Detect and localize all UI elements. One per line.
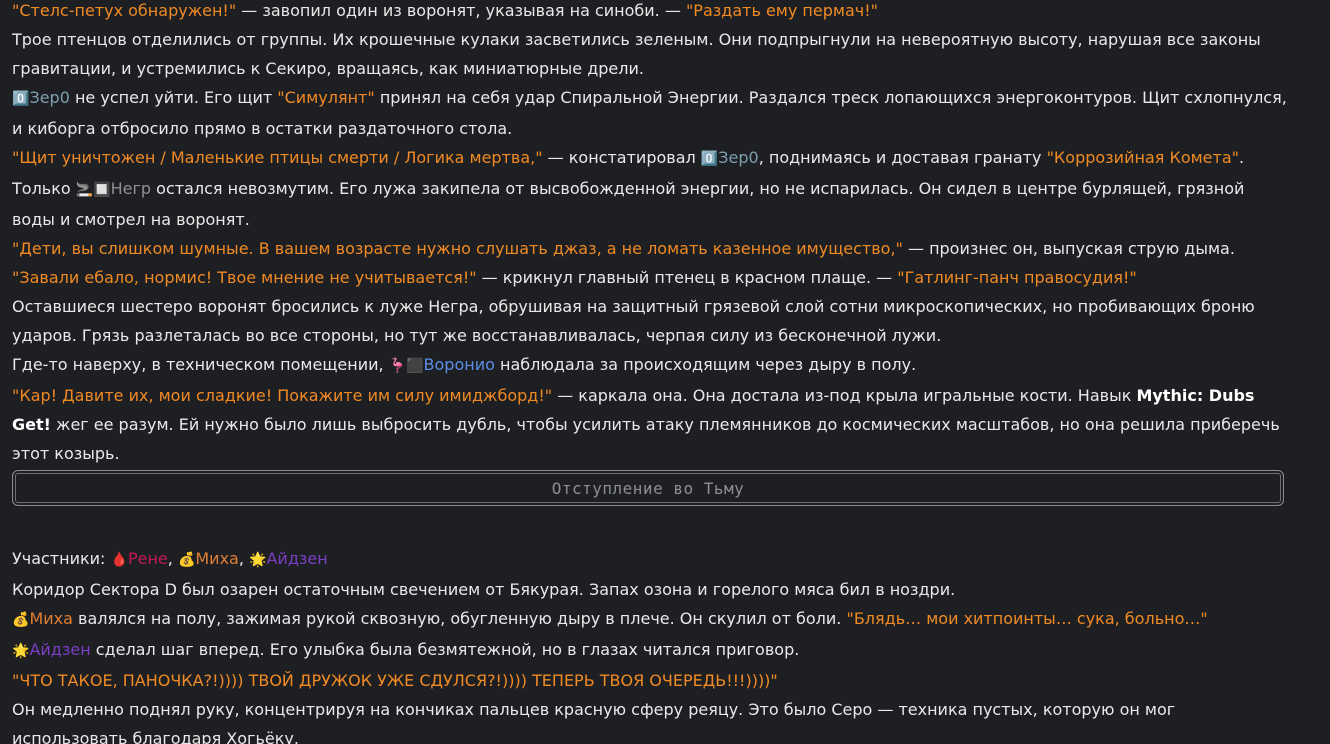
quote: "Гатлинг-панч правосудия!" [897,268,1137,287]
paragraph: 0️⃣Зер0 не успел уйти. Его щит "Симулянт… [12,83,1290,143]
narration: — завопил один из воронят, указывая на с… [236,1,686,20]
paragraph: Он медленно поднял руку, концентрируя на… [12,700,1176,744]
narration: остался невозмутим. Его лужа закипела от… [12,179,1245,229]
money-bag-icon: 💰 [12,612,30,628]
narration: — каркала она. Она достала из-под крыла … [552,386,1137,405]
participants-label: Участники: [12,549,111,568]
narration: наблюдала за происходящим через дыру в п… [494,355,917,374]
story-post-2: Участники: 🩸Рене, 💰Миха, 🌟Айдзен Коридор… [12,544,1290,744]
cigarette-icon: 🚬🔲 [75,182,111,198]
paragraph: "Стелс-петух обнаружен!" — завопил один … [12,0,1290,25]
quote: "Дети, вы слишком шумные. В вашем возрас… [12,239,903,258]
narration: валялся на полу, зажимая рукой сквозную,… [72,609,847,628]
narration: не успел уйти. Его щит [69,88,278,107]
narration: Только [12,179,76,198]
narration: , поднимаясь и доставая гранату [758,148,1047,167]
character-name: Айдзен [29,640,91,659]
paragraph: Только 🚬🔲Негр остался невозмутим. Его лу… [12,174,1290,234]
paragraph: Где-то наверху, в техническом помещении,… [12,350,1290,381]
quote: "Симулянт" [277,88,375,107]
sparkle-star-icon: 🌟 [249,552,267,568]
participant-aizen[interactable]: Айдзен [266,549,327,568]
narration: Где-то наверху, в техническом помещении, [12,355,389,374]
character-name: Зер0 [718,148,759,167]
paragraph: "Завали ебало, нормис! Твое мнение не уч… [12,263,1290,292]
separator: , [167,549,178,568]
retreat-button[interactable]: Отступление во Тьму [12,470,1284,506]
narration: — крикнул главный птенец в красном плаще… [476,268,898,287]
paragraph: Коридор Сектора D был озарен остаточным … [12,580,956,599]
quote: "ЧТО ТАКОЕ, ПАНОЧКА?!)))) ТВОЙ ДРУЖОК УЖ… [12,671,778,690]
participants-line: Участники: 🩸Рене, 💰Миха, 🌟Айдзен [12,544,1290,575]
narration: сделал шаг вперед. Его улыбка была безмя… [90,640,800,659]
paragraph: "Кар! Давите их, мои сладкие! Покажите и… [12,381,1290,468]
narration: — произнес он, выпуская струю дыма. [902,239,1235,258]
sparkle-star-icon: 🌟 [12,643,30,659]
quote: "Кар! Давите их, мои сладкие! Покажите и… [12,386,553,405]
character-name: Воронио [423,355,495,374]
quote: "Стелс-петух обнаружен!" [12,1,237,20]
paragraph: "ЧТО ТАКОЕ, ПАНОЧКА?!)))) ТВОЙ ДРУЖОК УЖ… [12,666,1290,695]
character-name: Негр [110,179,152,198]
narration: . [1239,148,1245,167]
blood-drop-icon: 🩸 [110,552,128,568]
quote: "Щит уничтожен / Маленькие птицы смерти … [12,148,543,167]
quote: "Коррозийная Комета" [1046,148,1239,167]
paragraph: Оставшиеся шестеро воронят бросились к л… [12,297,1255,345]
quote: "Завали ебало, нормис! Твое мнение не уч… [12,268,477,287]
character-name: Зер0 [29,88,70,107]
separator: , [238,549,250,568]
paragraph: 🌟Айдзен сделал шаг вперед. Его улыбка бы… [12,635,1290,666]
paragraph: "Щит уничтожен / Маленькие птицы смерти … [12,143,1290,174]
narration: жег ее разум. Ей нужно было лишь выброси… [12,415,1280,463]
paragraph: Трое птенцов отделились от группы. Их кр… [12,30,1261,78]
money-bag-icon: 💰 [177,552,196,568]
flamingo-icon: 🦩⬛ [388,358,424,374]
story-post-1: "Стелс-петух обнаружен!" — завопил один … [12,0,1290,468]
quote: "Блядь… мои хитпоинты… сука, больно…" [846,609,1208,628]
participant-miha[interactable]: Миха [195,549,238,568]
character-name: Миха [29,609,73,628]
quote: "Раздать ему пермач!" [685,1,878,20]
participant-rene[interactable]: Рене [128,549,168,568]
narration: — констатировал [542,148,701,167]
keycap-zero-icon: 0️⃣ [12,91,30,107]
keycap-zero-icon: 0️⃣ [700,151,719,167]
chat-log: "Стелс-петух обнаружен!" — завопил один … [0,0,1330,744]
paragraph: 💰Миха валялся на полу, зажимая рукой скв… [12,604,1290,635]
paragraph: "Дети, вы слишком шумные. В вашем возрас… [12,234,1290,263]
